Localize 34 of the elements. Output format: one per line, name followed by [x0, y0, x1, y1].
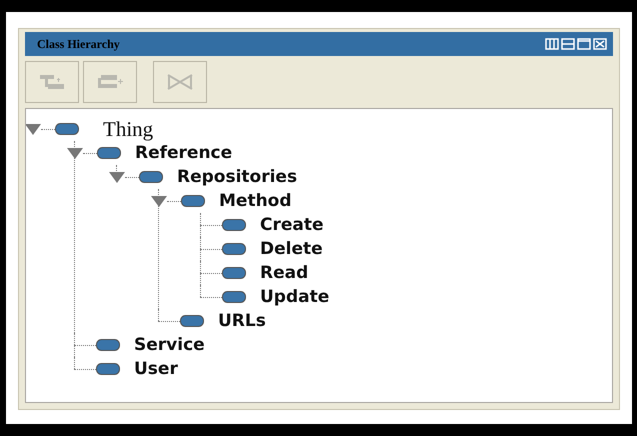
- expanded-arrow-icon[interactable]: [151, 195, 167, 207]
- tree-item[interactable]: Create: [260, 215, 324, 235]
- class-icon: [96, 363, 120, 375]
- class-icon: [55, 123, 79, 135]
- close-icon[interactable]: [593, 38, 607, 50]
- tree-item[interactable]: Service: [134, 335, 205, 355]
- class-icon: [180, 315, 204, 327]
- class-icon: [96, 339, 120, 351]
- tree-item[interactable]: Repositories: [177, 167, 298, 187]
- tree-item[interactable]: Method: [219, 191, 292, 211]
- class-icon: [97, 147, 121, 159]
- tree-item[interactable]: Delete: [260, 239, 323, 259]
- expanded-arrow-icon[interactable]: [67, 147, 83, 159]
- expanded-arrow-icon[interactable]: [109, 171, 125, 183]
- class-icon: [139, 171, 163, 183]
- tree-item[interactable]: Update: [260, 287, 330, 307]
- tree-item[interactable]: Thing: [103, 116, 154, 142]
- add-sibling-icon: [95, 73, 125, 91]
- class-icon: [222, 243, 246, 255]
- class-icon: [181, 195, 205, 207]
- add-child-icon: [39, 73, 65, 91]
- expanded-arrow-icon[interactable]: [26, 123, 41, 135]
- class-icon: [222, 267, 246, 279]
- delete-icon: [166, 72, 194, 92]
- tree-item[interactable]: Read: [260, 263, 308, 283]
- tree-item[interactable]: URLs: [218, 311, 266, 331]
- class-icon: [222, 219, 246, 231]
- class-icon: [222, 291, 246, 303]
- tree-item[interactable]: Reference: [135, 143, 232, 163]
- tree-item[interactable]: User: [134, 359, 178, 379]
- panel-title: Class Hierarchy: [37, 36, 120, 52]
- columns-icon[interactable]: [545, 38, 559, 50]
- minimize-icon[interactable]: [561, 38, 575, 50]
- maximize-icon[interactable]: [577, 38, 591, 50]
